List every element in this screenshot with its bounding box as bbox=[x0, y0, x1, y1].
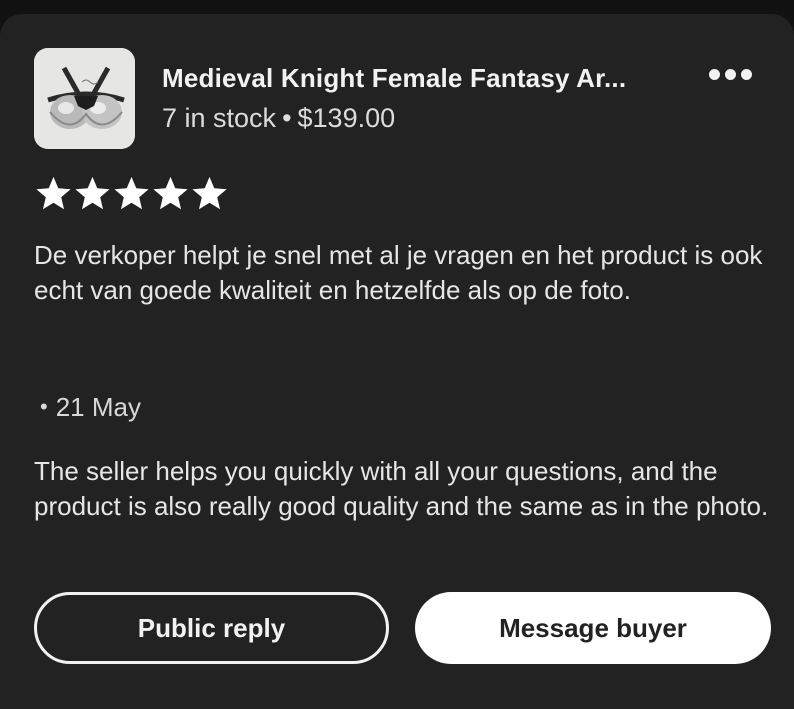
stock-count: 7 in stock bbox=[162, 103, 277, 133]
review-card: Medieval Knight Female Fantasy Ar... 7 i… bbox=[0, 14, 794, 709]
date-text: 21 May bbox=[55, 392, 141, 422]
review-translation: The seller helps you quickly with all yo… bbox=[34, 456, 769, 521]
date-bullet: • bbox=[40, 394, 48, 419]
star-icon bbox=[75, 176, 110, 210]
product-thumbnail[interactable] bbox=[34, 48, 135, 149]
star-icon bbox=[36, 176, 71, 210]
more-dot bbox=[724, 68, 736, 80]
public-reply-button[interactable]: Public reply bbox=[34, 592, 389, 664]
star-rating bbox=[34, 174, 229, 213]
listing-title[interactable]: Medieval Knight Female Fantasy Ar... bbox=[162, 63, 682, 94]
separator-dot: • bbox=[282, 103, 292, 133]
more-horizontal-icon bbox=[708, 68, 720, 80]
star-icon bbox=[153, 176, 188, 210]
more-options-button[interactable] bbox=[700, 58, 760, 90]
armor-bra-product-photo bbox=[34, 48, 135, 149]
listing-price: $139.00 bbox=[297, 103, 396, 133]
review-date: • 21 May bbox=[40, 392, 141, 423]
more-dot bbox=[740, 68, 752, 80]
message-buyer-button[interactable]: Message buyer bbox=[415, 592, 771, 664]
listing-stock-price: 7 in stock • $139.00 bbox=[162, 103, 395, 134]
star-icon bbox=[192, 176, 227, 210]
review-text: De verkoper helpt je snel met al je vrag… bbox=[34, 240, 763, 305]
star-icon bbox=[114, 176, 149, 210]
